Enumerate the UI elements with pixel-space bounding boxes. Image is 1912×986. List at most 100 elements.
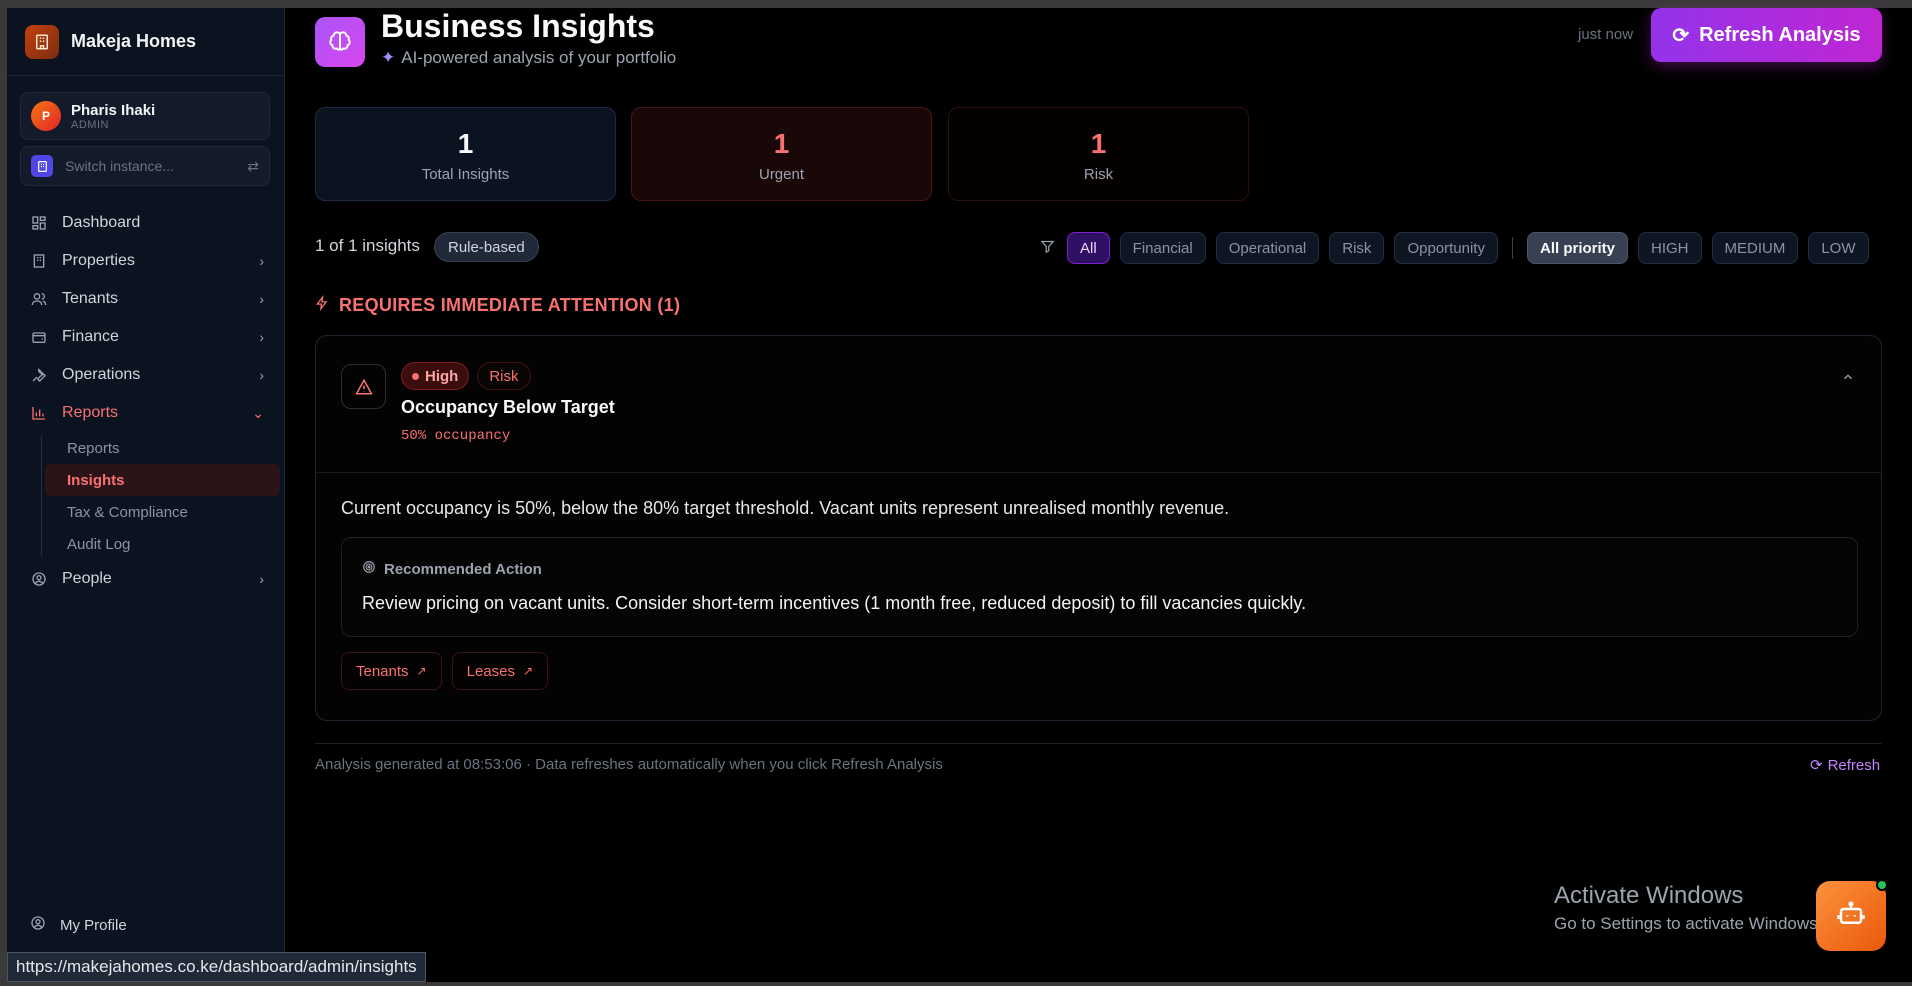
instance-switcher[interactable]: Switch instance... ⇄ xyxy=(20,146,270,186)
filter-priority-high[interactable]: HIGH xyxy=(1638,232,1702,264)
chatbot-button[interactable] xyxy=(1816,881,1886,951)
footer-refresh-label: Refresh xyxy=(1827,756,1881,774)
stat-label: Urgent xyxy=(758,166,805,183)
filter-category-all[interactable]: All xyxy=(1067,232,1110,264)
brain-icon xyxy=(315,17,365,67)
filter-category-opportunity[interactable]: Opportunity xyxy=(1394,232,1498,264)
refresh-analysis-label: Refresh Analysis xyxy=(1699,23,1861,46)
submenu-item-insights[interactable]: Insights xyxy=(45,464,280,496)
watermark-line1: Activate Windows xyxy=(1554,882,1744,909)
submenu-item-reports[interactable]: Reports xyxy=(45,432,280,464)
wallet-icon xyxy=(30,328,48,346)
target-icon xyxy=(362,560,376,578)
page-subtitle: ✦ AI-powered analysis of your portfolio xyxy=(381,48,676,68)
sparkles-icon: ✦ xyxy=(381,48,396,67)
insight-title: Occupancy Below Target xyxy=(401,397,615,417)
filter-category-operational[interactable]: Operational xyxy=(1215,232,1320,264)
user-circle-icon xyxy=(30,915,46,935)
grid-icon xyxy=(30,214,48,232)
windows-activation-watermark: Activate Windows Go to Settings to activ… xyxy=(1554,882,1822,934)
stat-label: Risk xyxy=(1083,166,1114,183)
sidebar-item-properties[interactable]: Properties › xyxy=(20,242,282,280)
chevron-up-icon[interactable] xyxy=(1841,370,1855,387)
arrow-up-right-icon: ↗ xyxy=(522,664,534,678)
footer-refresh-link[interactable]: ⟳ Refresh xyxy=(1810,756,1881,775)
filter-priority-medium[interactable]: MEDIUM xyxy=(1711,232,1799,264)
brand[interactable]: Makeja Homes xyxy=(7,8,284,76)
link-leases[interactable]: Leases ↗ xyxy=(451,652,549,690)
filter-category-risk[interactable]: Risk xyxy=(1329,232,1385,264)
chevron-down-icon: ⌄ xyxy=(252,404,264,421)
filter-divider xyxy=(1511,237,1513,259)
insights-count: 1 of 1 insights xyxy=(315,236,420,255)
sidebar-item-reports[interactable]: Reports ⌄ xyxy=(20,394,282,432)
users-icon xyxy=(30,290,48,308)
sidebar: Makeja Homes P Pharis Ihaki ADMIN Switch… xyxy=(7,8,285,982)
sidebar-item-label: Properties xyxy=(62,252,135,269)
user-role: ADMIN xyxy=(71,118,109,131)
submenu-item-tax-compliance[interactable]: Tax & Compliance xyxy=(45,496,280,528)
stat-value: 1 xyxy=(1090,128,1107,159)
brand-name: Makeja Homes xyxy=(71,31,197,51)
footer-divider xyxy=(315,743,1882,744)
page-subtitle-text: AI-powered analysis of your portfolio xyxy=(401,48,677,67)
sidebar-item-tenants[interactable]: Tenants › xyxy=(20,280,282,318)
stat-label: Total Insights xyxy=(421,166,510,183)
user-card[interactable]: P Pharis Ihaki ADMIN xyxy=(20,92,270,140)
refresh-icon: ⟳ xyxy=(1810,757,1823,774)
recommended-action-heading-text: Recommended Action xyxy=(384,560,542,578)
filter-category-financial[interactable]: Financial xyxy=(1119,232,1206,264)
page-title: Business Insights xyxy=(381,8,655,44)
sidebar-item-label: Reports xyxy=(62,404,119,421)
priority-label: High xyxy=(425,367,459,385)
user-circle-icon xyxy=(30,570,48,588)
switch-instance-placeholder: Switch instance... xyxy=(65,158,174,174)
sidebar-item-operations[interactable]: Operations › xyxy=(20,356,282,394)
insight-card-header[interactable]: High Risk Occupancy Below Target 50% occ… xyxy=(316,336,1881,473)
recommended-action-text: Review pricing on vacant units. Consider… xyxy=(362,593,1307,613)
stat-total-insights: 1 Total Insights xyxy=(315,107,616,201)
sidebar-item-dashboard[interactable]: Dashboard xyxy=(20,204,282,242)
arrow-up-right-icon: ↗ xyxy=(416,664,427,678)
link-label: Leases xyxy=(466,662,515,680)
submenu-item-audit-log[interactable]: Audit Log xyxy=(45,528,280,560)
user-name: Pharis Ihaki xyxy=(71,101,156,119)
link-label: Tenants xyxy=(356,662,409,680)
filter-priority-all[interactable]: All priority xyxy=(1526,232,1628,264)
recommended-action-heading: Recommended Action xyxy=(362,560,542,578)
filter-priority-low[interactable]: LOW xyxy=(1808,232,1869,264)
link-tenants[interactable]: Tenants ↗ xyxy=(341,652,442,690)
sidebar-item-label: Finance xyxy=(62,328,119,345)
section-heading-text: REQUIRES IMMEDIATE ATTENTION (1) xyxy=(339,295,681,315)
insight-description: Current occupancy is 50%, below the 80% … xyxy=(341,498,1230,518)
sidebar-item-label: Dashboard xyxy=(62,214,141,231)
avatar: P xyxy=(31,101,61,131)
stat-risk: 1 Risk xyxy=(948,107,1249,201)
reports-submenu: Reports Insights Tax & Compliance Audit … xyxy=(20,432,282,560)
filter-bar: All Financial Operational Risk Opportuni… xyxy=(1040,232,1869,264)
category-badge: Risk xyxy=(477,362,531,390)
stat-urgent: 1 Urgent xyxy=(631,107,932,201)
robot-icon xyxy=(1836,899,1866,934)
sidebar-item-label: Tenants xyxy=(62,290,119,307)
insight-metric: 50% occupancy xyxy=(401,428,511,444)
sidebar-item-label: People xyxy=(62,570,112,587)
sidebar-item-finance[interactable]: Finance › xyxy=(20,318,282,356)
chevron-right-icon: › xyxy=(259,571,264,587)
refresh-analysis-button[interactable]: ⟳ Refresh Analysis xyxy=(1651,8,1882,62)
chevron-right-icon: › xyxy=(259,329,264,345)
my-profile-link[interactable]: My Profile xyxy=(20,906,270,944)
wrench-icon xyxy=(30,366,48,384)
my-profile-label: My Profile xyxy=(60,916,127,934)
mode-badge: Rule-based xyxy=(434,232,539,262)
recommended-action-box: Recommended Action Review pricing on vac… xyxy=(341,537,1858,637)
chevron-right-icon: › xyxy=(259,367,264,383)
lightning-icon xyxy=(315,294,329,316)
watermark-line2: Go to Settings to activate Windows. xyxy=(1554,914,1823,933)
priority-dot xyxy=(412,372,419,380)
stat-value: 1 xyxy=(773,128,790,159)
main-content: Business Insights ✦ AI-powered analysis o… xyxy=(286,8,1912,982)
sidebar-item-people[interactable]: People › xyxy=(20,560,282,598)
warning-triangle-icon xyxy=(341,364,386,409)
swap-arrows-icon: ⇄ xyxy=(247,157,259,174)
